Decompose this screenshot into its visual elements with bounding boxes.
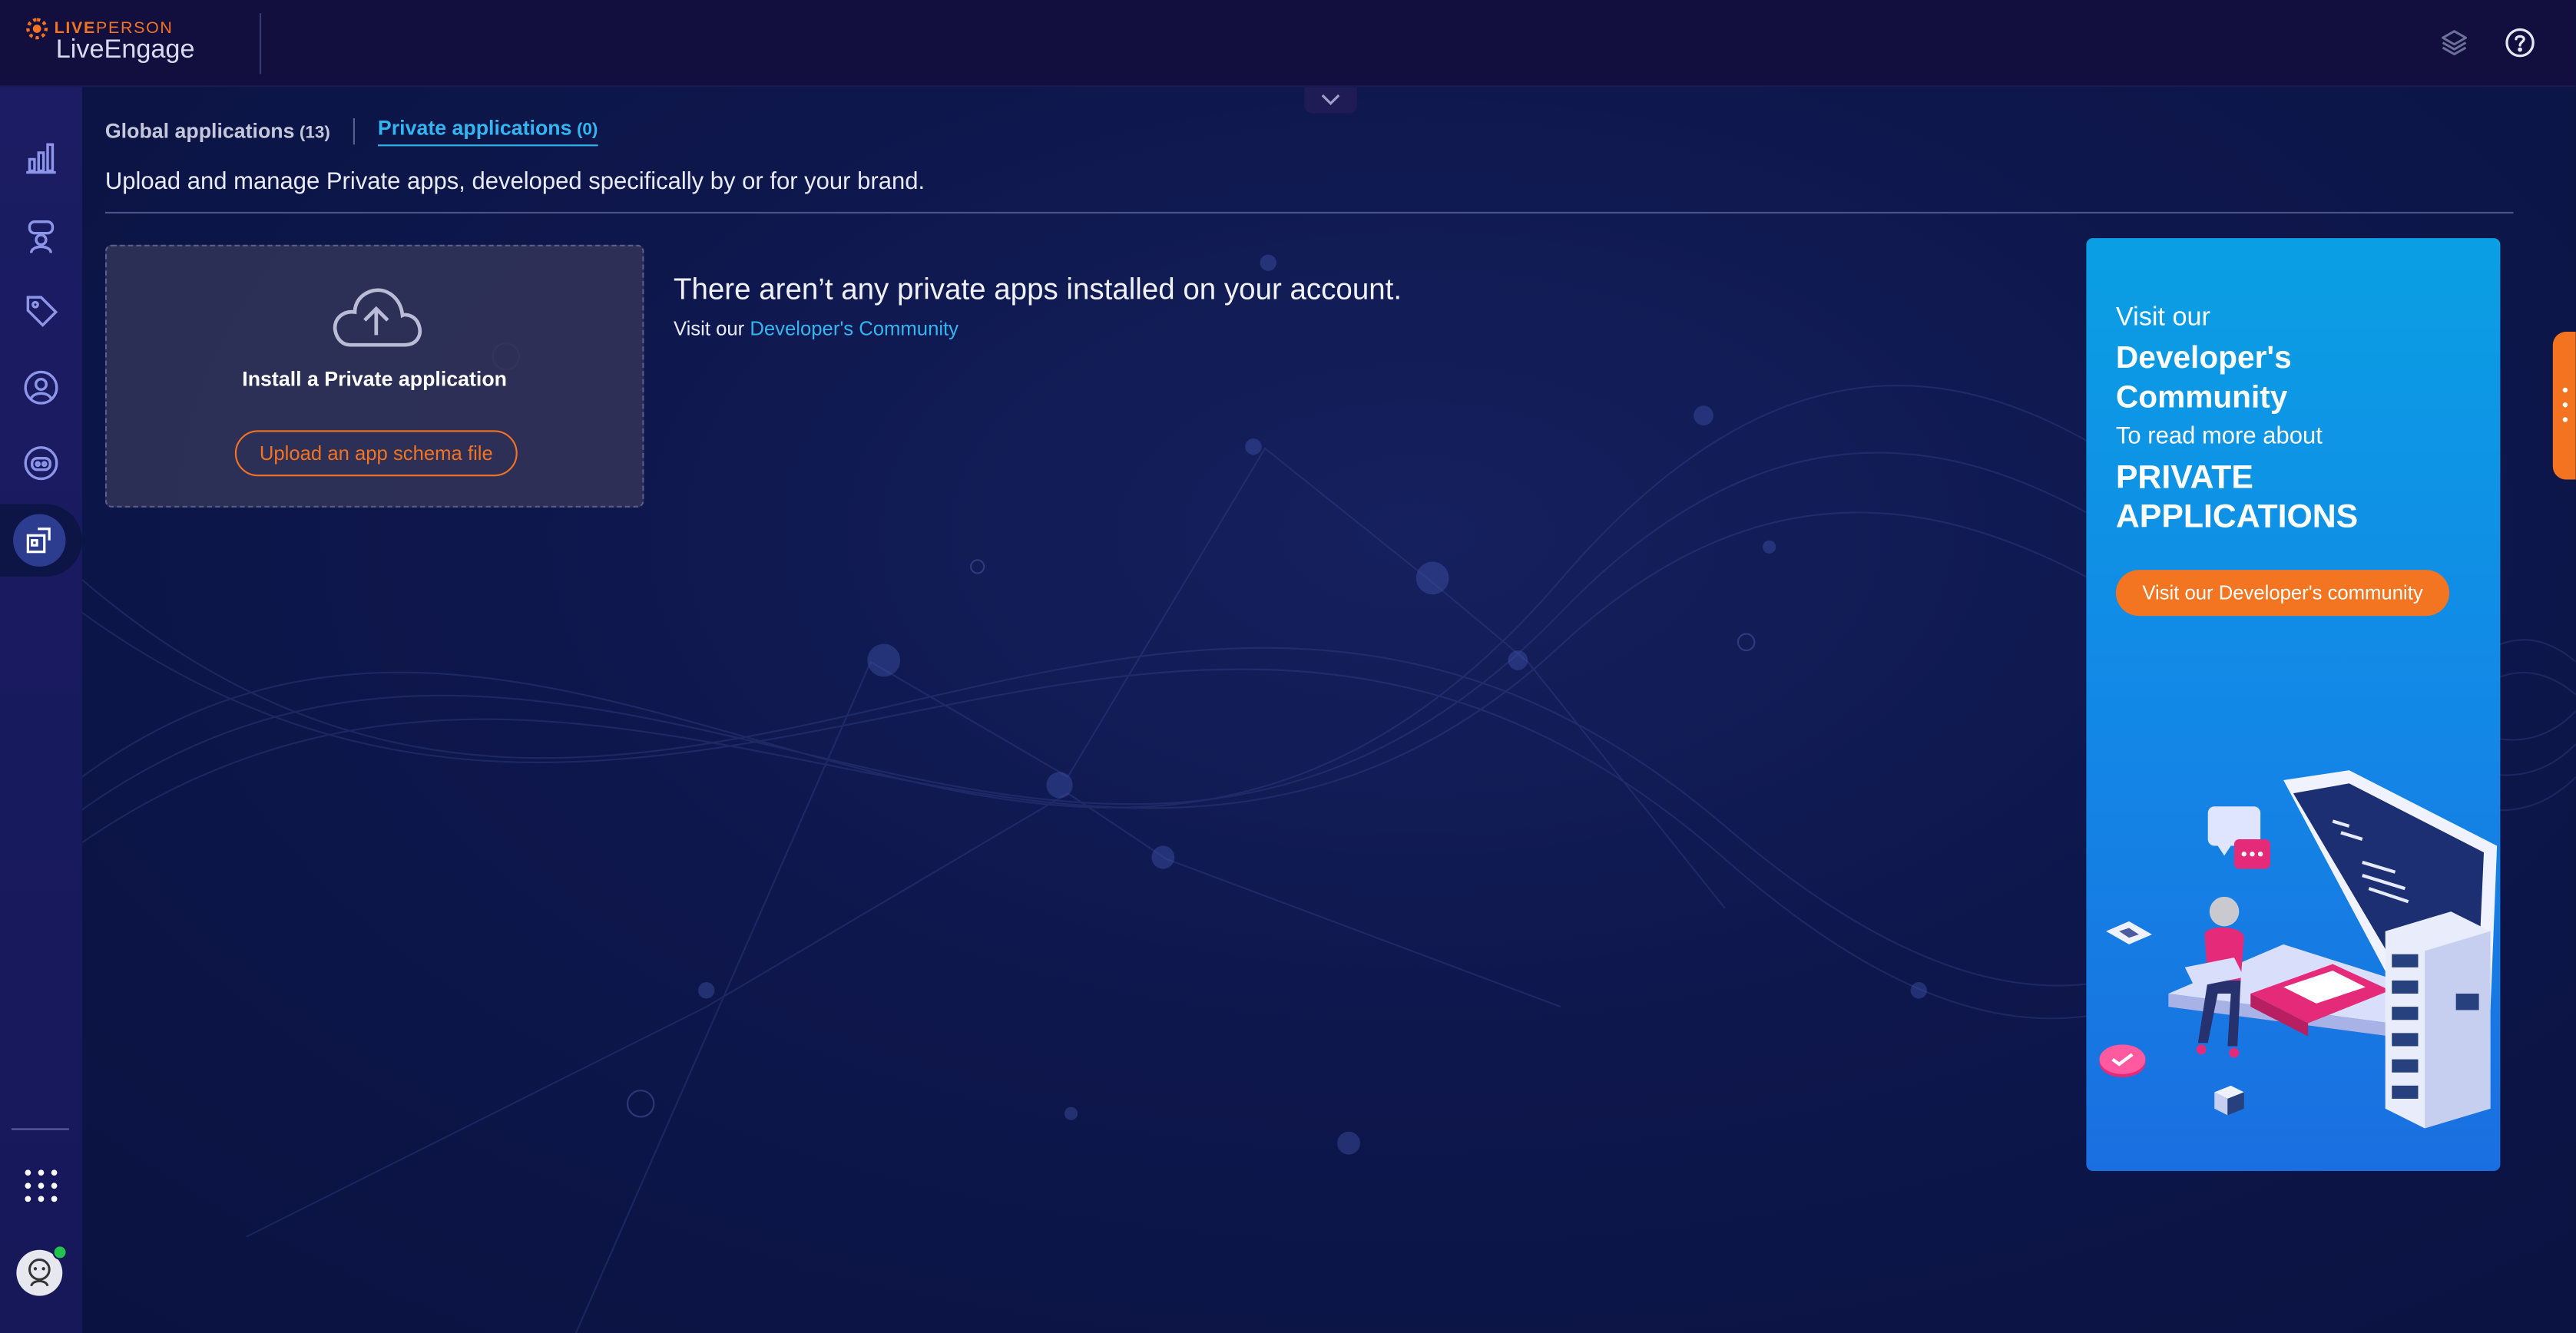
promo-line3: To read more about <box>2115 423 2323 451</box>
install-card-title: Install a Private application <box>242 368 508 392</box>
app-root: LIVE PERSON LiveEngage Global applicatio… <box>0 0 2576 1333</box>
side-panel-handle[interactable] <box>2552 332 2576 480</box>
tab-global-count: (13) <box>299 123 330 144</box>
nav-item-bots[interactable] <box>16 438 65 488</box>
tab-separator <box>353 118 355 145</box>
tab-global-label: Global applications <box>104 120 295 144</box>
visit-community-button[interactable]: Visit our Developer's community <box>2115 570 2450 617</box>
promo-line1: Visit our <box>2115 303 2210 332</box>
nav-item-agent-workspace[interactable] <box>16 212 65 261</box>
cloud-upload-icon <box>333 288 422 347</box>
logo-brand-person: PERSON <box>95 19 174 38</box>
nav-item-user-profile[interactable] <box>16 363 65 412</box>
online-status-dot <box>52 1245 68 1260</box>
chevron-down-icon <box>1321 94 1340 106</box>
logo-brand-live: LIVE <box>54 19 96 38</box>
empty-state-prefix: Visit our <box>673 316 745 340</box>
developer-community-promo-card: Visit our Developer's Community To read … <box>2086 238 2501 1172</box>
promo-line2: Developer's Community <box>2115 341 2292 416</box>
product-name: LiveEngage <box>55 36 195 64</box>
user-avatar[interactable] <box>16 1245 68 1296</box>
developer-illustration-icon <box>2099 770 2498 1129</box>
tab-global-applications[interactable]: Global applications (13) <box>105 120 330 143</box>
left-nav-sidebar <box>0 87 82 1333</box>
user-profile-icon <box>24 370 58 405</box>
nav-item-apps[interactable] <box>13 514 66 567</box>
nav-item-tags[interactable] <box>16 286 65 335</box>
content-divider <box>104 211 2514 214</box>
app-tabs: Global applications (13) Private applicat… <box>105 117 598 147</box>
app-grid-icon <box>25 1169 58 1202</box>
top-bar: LIVE PERSON LiveEngage <box>0 0 2576 88</box>
liveperson-logo[interactable]: LIVE PERSON LiveEngage <box>26 18 194 66</box>
agent-workspace-icon <box>28 220 55 253</box>
topbar-divider <box>259 13 262 74</box>
help-icon[interactable] <box>2504 26 2537 59</box>
bot-icon <box>24 446 58 481</box>
tab-private-label: Private applications <box>377 116 572 140</box>
empty-state-subtext: Visit our Developer's Community <box>674 317 959 340</box>
sidebar-divider <box>11 1128 69 1130</box>
analytics-chart-icon <box>26 143 56 174</box>
developers-community-link[interactable]: Developer's Community <box>750 317 959 340</box>
promo-line4: PRIVATE APPLICATIONS <box>2115 459 2359 536</box>
install-private-app-card[interactable]: Install a Private application Upload an … <box>104 244 644 508</box>
liveperson-sun-icon <box>26 18 48 40</box>
layers-icon[interactable] <box>2438 26 2471 59</box>
tab-private-count: (0) <box>576 120 598 140</box>
tab-private-applications[interactable]: Private applications (0) <box>377 116 598 147</box>
nav-item-analytics[interactable] <box>16 133 65 182</box>
collapse-header-toggle[interactable] <box>1304 87 1357 114</box>
upload-schema-button[interactable]: Upload an app schema file <box>234 430 518 477</box>
apps-puzzle-icon <box>26 528 51 554</box>
nav-item-app-grid[interactable] <box>16 1161 65 1210</box>
tag-icon <box>26 296 58 327</box>
page-subtitle: Upload and manage Private apps, develope… <box>104 169 925 196</box>
empty-state-title: There aren’t any private apps installed … <box>673 273 1402 306</box>
